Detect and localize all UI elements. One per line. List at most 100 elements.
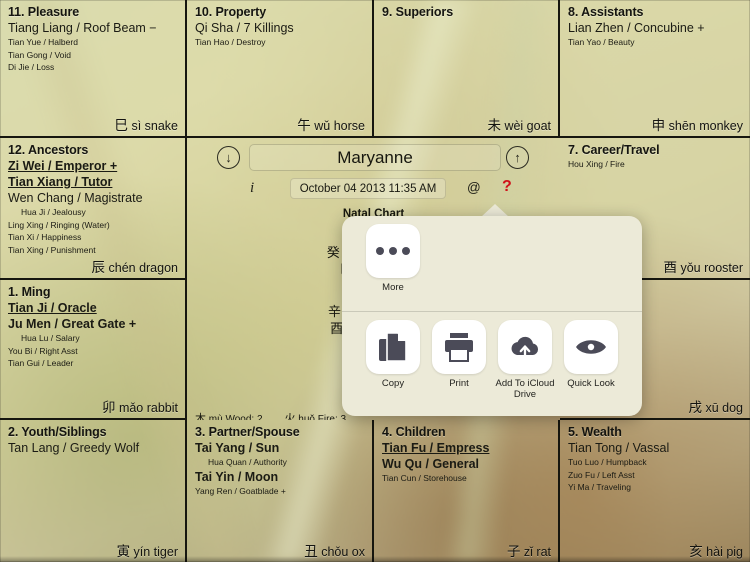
person-name-field[interactable]: Maryanne xyxy=(249,144,501,171)
more-dots-icon xyxy=(366,224,420,278)
house-title: 4. Children xyxy=(382,425,446,439)
house-star-line: Tiang Liang / Roof Beam − xyxy=(8,21,157,35)
share-icloud-label: Add To iCloud Drive xyxy=(495,378,555,400)
house-branch-label: 辰 chén dragon xyxy=(91,260,178,275)
house-star-line: Tian Xing / Punishment xyxy=(8,244,96,255)
chart-subheader-row: i October 04 2013 11:35 AM @ ? xyxy=(187,178,560,202)
at-location-icon[interactable]: @ xyxy=(467,180,481,195)
house-star-line: Hua Lu / Salary xyxy=(21,333,80,343)
branch-han-glyph: 子 xyxy=(506,544,521,559)
house-cell-2-youth-siblings[interactable]: 2. Youth/Siblings Tan Lang / Greedy Wolf 寅… xyxy=(0,420,187,562)
info-icon[interactable]: i xyxy=(250,180,254,197)
house-cell-4-children[interactable]: 4. Children Tian Fu / Empress Wu Qu / Gene… xyxy=(374,420,560,562)
house-cell-11-pleasure[interactable]: 11. Pleasure Tiang Liang / Roof Beam − Tia… xyxy=(0,0,187,138)
share-action-copy[interactable]: Copy xyxy=(360,320,426,389)
house-branch-label: 丑 chǒu ox xyxy=(304,544,365,559)
house-star-line: Tan Lang / Greedy Wolf xyxy=(8,441,140,455)
house-title: 2. Youth/Siblings xyxy=(8,425,107,439)
icloud-upload-icon xyxy=(498,320,552,374)
share-more-item[interactable]: More xyxy=(360,224,426,293)
house-cell-5-wealth[interactable]: 5. Wealth Tian Tong / Vassal Tuo Luo / Hum… xyxy=(560,420,750,562)
house-star-line: Wu Qu / General xyxy=(382,457,480,471)
house-star-line: Tuo Luo / Humpback xyxy=(568,457,647,467)
house-title: 9. Superiors xyxy=(382,5,454,19)
share-copy-label: Copy xyxy=(381,378,405,389)
share-more-row: More xyxy=(342,224,642,310)
house-star-line: Zi Wei / Emperor + xyxy=(8,159,118,173)
house-cell-8-assistants[interactable]: 8. Assistants Lian Zhen / Concubine + Tian… xyxy=(560,0,750,138)
house-title: 10. Property xyxy=(195,5,267,19)
person-name-value: Maryanne xyxy=(337,147,413,167)
arrow-down-icon: ↓ xyxy=(225,150,232,165)
share-actions-row: Copy Print Add To iCloud Drive Quick Loo… xyxy=(342,320,642,416)
house-title: 3. Partner/Spouse xyxy=(195,425,300,439)
help-question-icon[interactable]: ? xyxy=(502,178,512,196)
house-star-line: Tian Yao / Beauty xyxy=(568,37,635,47)
house-branch-label: 戌 xū dog xyxy=(688,400,743,415)
house-title: 5. Wealth xyxy=(568,425,622,439)
house-star-line: Tian Cun / Storehouse xyxy=(382,473,467,483)
house-star-line: Lian Zhen / Concubine + xyxy=(568,21,705,35)
house-star-line: Hua Ji / Jealousy xyxy=(21,207,86,217)
house-star-line: Ling Xing / Ringing (Water) xyxy=(8,219,110,230)
branch-han-glyph: 巳 xyxy=(114,118,128,133)
house-title: 12. Ancestors xyxy=(8,143,89,157)
arrow-up-icon: ↑ xyxy=(514,150,521,165)
branch-han-glyph: 寅 xyxy=(116,544,131,559)
house-branch-label: 午 wǔ horse xyxy=(297,118,365,133)
house-star-line: Tian Yue / Halberd xyxy=(8,37,78,47)
house-star-line: Wen Chang / Magistrate xyxy=(8,191,143,205)
branch-han-glyph: 辰 xyxy=(91,260,106,275)
branch-han-glyph: 卯 xyxy=(101,400,116,415)
element-han-glyph: 木 xyxy=(195,413,206,420)
branch-han-glyph: 酉 xyxy=(663,260,677,275)
next-chart-button[interactable]: ↑ xyxy=(506,146,529,169)
branch-han-glyph: 亥 xyxy=(689,544,703,559)
date-time-field[interactable]: October 04 2013 11:35 AM xyxy=(290,178,446,199)
element-count-item: 火 huǒ Fire: 3 xyxy=(263,410,347,420)
house-branch-label: 子 zǐ rat xyxy=(506,544,551,559)
house-star-line: Yi Ma / Traveling xyxy=(568,482,631,492)
house-title: 11. Pleasure xyxy=(8,5,80,19)
share-print-label: Print xyxy=(449,378,469,389)
house-star-line: Zuo Fu / Left Asst xyxy=(568,469,635,480)
branch-han-glyph: 申 xyxy=(651,118,666,133)
house-star-line: Di Jie / Loss xyxy=(8,62,55,72)
house-branch-label: 寅 yín tiger xyxy=(116,544,178,559)
share-divider xyxy=(342,311,642,312)
share-action-icloud[interactable]: Add To iCloud Drive xyxy=(492,320,558,400)
house-branch-label: 未 wèi goat xyxy=(487,118,551,133)
house-branch-label: 亥 hài pig xyxy=(689,544,743,559)
house-star-line: Tian Gong / Void xyxy=(8,49,72,60)
house-cell-3-partner-spouse[interactable]: 3. Partner/Spouse Tai Yang / Sun Hua Quan … xyxy=(187,420,374,562)
house-title: 1. Ming xyxy=(8,285,51,299)
house-cell-10-property[interactable]: 10. Property Qi Sha / 7 Killings Tian Hao … xyxy=(187,0,374,138)
house-cell-9-superiors[interactable]: 9. Superiors 未 wèi goat xyxy=(374,0,560,138)
share-popover[interactable]: More Copy Print Add To iCloud Drive Quic… xyxy=(342,216,642,416)
house-star-line: Tian Hao / Destroy xyxy=(195,37,266,47)
house-star-line: Ju Men / Great Gate + xyxy=(8,317,137,331)
house-star-line: Tian Gui / Leader xyxy=(8,358,74,368)
branch-han-glyph: 丑 xyxy=(304,544,318,559)
branch-han-glyph: 未 xyxy=(487,118,501,133)
element-han-glyph: 火 xyxy=(284,413,296,420)
share-more-label: More xyxy=(382,282,404,293)
house-star-line: Tian Xiang / Tutor xyxy=(8,175,113,189)
house-star-line: Tian Ji / Oracle xyxy=(8,301,97,315)
house-star-line: Tian Tong / Vassal xyxy=(568,441,670,455)
house-star-line: Tai Yang / Sun xyxy=(195,441,280,455)
previous-chart-button[interactable]: ↓ xyxy=(217,146,240,169)
house-star-line: Hua Quan / Authority xyxy=(208,457,287,467)
house-cell-1-ming[interactable]: 1. Ming Tian Ji / Oracle Ju Men / Great Ga… xyxy=(0,280,187,420)
house-title: 7. Career/Travel xyxy=(568,143,660,157)
date-time-value: October 04 2013 11:35 AM xyxy=(299,182,437,195)
house-star-line: Tian Xi / Happiness xyxy=(8,232,82,242)
share-action-print[interactable]: Print xyxy=(426,320,492,389)
house-star-line: You Bi / Right Asst xyxy=(8,345,78,356)
house-star-line: Tai Yin / Moon xyxy=(195,469,279,484)
house-cell-12-ancestors[interactable]: 12. Ancestors Zi Wei / Emperor + Tian Xian… xyxy=(0,138,187,280)
copy-documents-icon xyxy=(366,320,420,374)
share-action-quicklook[interactable]: Quick Look xyxy=(558,320,624,389)
house-star-line: Tian Fu / Empress xyxy=(382,441,490,455)
house-star-line: Yang Ren / Goatblade + xyxy=(195,485,286,496)
